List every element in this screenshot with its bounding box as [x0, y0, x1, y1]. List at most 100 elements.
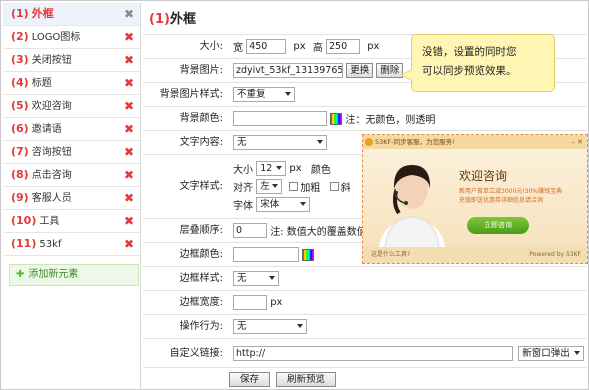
delete-icon[interactable]: ✖ — [124, 26, 134, 48]
text-style-label: 文字样式: — [179, 181, 223, 192]
sidebar-item-title[interactable]: (4) 标题 ✖ — [3, 72, 140, 95]
sidebar-item-consult-button[interactable]: (7) 咨询按钮 ✖ — [3, 141, 140, 164]
delete-icon[interactable]: ✖ — [124, 72, 134, 94]
font-size-label: 大小 — [233, 165, 253, 176]
preview-body: 欢迎咨询 新用户首单立减3000元!30%赚钱宝典 充值即送优惠券详细信息请洽询… — [363, 149, 587, 249]
preview-consult-button[interactable]: 立即咨询 — [467, 217, 529, 234]
height-label: 高 — [312, 43, 323, 54]
italic-checkbox[interactable] — [329, 182, 339, 191]
link-target-select[interactable]: 新窗口弹出 — [518, 346, 585, 361]
height-input[interactable]: 250 — [326, 39, 361, 54]
sidebar-item-frame[interactable]: (1) 外框 ✖ — [3, 3, 140, 26]
bg-image-input[interactable]: zdyivt_53kf_131397657 — [233, 63, 343, 78]
plus-icon: ✚ — [16, 269, 25, 280]
sidebar-item-53kf[interactable]: (11) 53kf ✖ — [3, 233, 140, 256]
font-family-select[interactable]: 宋体 — [256, 197, 311, 212]
delete-icon[interactable]: ✖ — [124, 141, 134, 163]
font-family-value: 宋体 — [260, 199, 280, 210]
z-order-input[interactable]: 0 — [233, 223, 267, 238]
delete-icon[interactable]: ✖ — [124, 118, 134, 140]
link-controls: http:// 新窗口弹出 — [233, 346, 585, 374]
color-palette-icon[interactable] — [302, 248, 315, 261]
align-label: 对齐 — [233, 183, 253, 194]
panel-title: (1)外框 — [149, 8, 196, 27]
preview-header: 53KF-同步客服，为您服务! – ✕ — [363, 135, 587, 149]
text-content-select[interactable]: 无 — [233, 135, 327, 150]
action-value: 无 — [237, 321, 247, 332]
bg-color-label: 背景颜色: — [179, 113, 223, 124]
preview-welcome-title: 欢迎咨询 — [459, 169, 508, 183]
row-border-width: 边框宽度: px — [143, 290, 587, 314]
app-frame: (1) 外框 ✖ (2) LOGO图标 ✖ (3) 关闭按钮 ✖ (4) 标题 ✖ (5… — [0, 0, 589, 390]
sidebar-item-close-button[interactable]: (3) 关闭按钮 ✖ — [3, 49, 140, 72]
sidebar-item-tools[interactable]: (10) 工具 ✖ — [3, 210, 140, 233]
delete-icon[interactable]: ✖ — [124, 3, 134, 25]
sidebar-item-label: 邀请语 — [31, 124, 62, 135]
bg-color-input[interactable] — [233, 111, 327, 126]
preview-tooltip: 没错，设置的同时您 可以同步预览效果。 — [400, 34, 555, 92]
change-image-button[interactable]: 更换 — [346, 63, 374, 78]
align-select[interactable]: 左 — [256, 179, 283, 194]
font-size-select[interactable]: 12 — [256, 161, 287, 176]
action-select[interactable]: 无 — [233, 319, 307, 334]
delete-icon[interactable]: ✖ — [124, 233, 134, 255]
delete-icon[interactable]: ✖ — [124, 49, 134, 71]
chevron-down-icon — [276, 166, 283, 170]
panel-title-num: (1) — [149, 12, 170, 27]
border-width-unit: px — [270, 297, 283, 308]
delete-icon[interactable]: ✖ — [124, 164, 134, 186]
border-color-input[interactable] — [233, 247, 299, 262]
sidebar-item-label: 欢迎咨询 — [31, 101, 72, 112]
sidebar-item-agent[interactable]: (9) 客服人员 ✖ — [3, 187, 140, 210]
bold-label: 加粗 — [300, 183, 321, 194]
preview-tools-link[interactable]: 这是什么工具? — [371, 251, 410, 258]
bg-style-select[interactable]: 不重复 — [233, 87, 295, 102]
preview-invite-line-1: 新用户首单立减3000元!30%赚钱宝典 — [459, 188, 563, 195]
sidebar-item-label: 53kf — [39, 239, 62, 250]
action-label: 操作行为: — [179, 321, 223, 332]
delete-icon[interactable]: ✖ — [124, 210, 134, 232]
bg-color-note: 注：无颜色，则透明 — [345, 115, 436, 126]
row-border-style: 边框样式: 无 — [143, 266, 587, 290]
delete-icon[interactable]: ✖ — [124, 187, 134, 209]
width-input[interactable]: 450 — [246, 39, 287, 54]
tooltip-line-2: 可以同步预览效果。 — [422, 65, 517, 77]
width-unit: px — [293, 41, 306, 52]
sidebar-item-logo[interactable]: (2) LOGO图标 ✖ — [3, 26, 140, 49]
row-link: 自定义链接: http:// 新窗口弹出 — [143, 338, 587, 368]
sidebar-item-invite-text[interactable]: (6) 邀请语 ✖ — [3, 118, 140, 141]
tooltip-line-1: 没错，设置的同时您 — [422, 46, 517, 58]
sidebar-item-welcome[interactable]: (5) 欢迎咨询 ✖ — [3, 95, 140, 118]
link-target-value: 新窗口弹出 — [522, 348, 570, 359]
border-color-label: 边框颜色: — [179, 249, 223, 260]
sidebar-item-label: LOGO图标 — [31, 32, 81, 43]
border-style-select[interactable]: 无 — [233, 271, 279, 286]
row-action: 操作行为: 无 — [143, 314, 587, 338]
logo-icon — [365, 138, 373, 146]
link-input[interactable]: http:// — [233, 346, 513, 361]
live-preview: 53KF-同步客服，为您服务! – ✕ 欢迎咨询 新用户首单立减3000元!30… — [362, 134, 588, 264]
bg-style-label: 背景图片样式: — [159, 89, 223, 100]
border-style-value: 无 — [237, 273, 247, 284]
font-color-label: 颜色 — [310, 165, 331, 176]
bold-checkbox[interactable] — [289, 182, 299, 191]
font-size-value: 12 — [260, 163, 273, 174]
sidebar-item-label: 客服人员 — [31, 193, 72, 204]
add-element-label: 添加新元素 — [28, 269, 79, 280]
panel-title-text: 外框 — [169, 12, 196, 27]
add-element-button[interactable]: ✚ 添加新元素 — [9, 264, 139, 286]
color-palette-icon[interactable] — [330, 112, 343, 125]
sidebar-item-num: (11) — [11, 237, 37, 250]
sidebar-item-num: (7) — [11, 145, 29, 158]
width-label: 宽 — [233, 43, 243, 54]
refresh-preview-button[interactable]: 刷新预览 — [276, 372, 337, 387]
border-width-input[interactable] — [233, 295, 267, 310]
size-label: 大小: — [199, 41, 223, 52]
delete-icon[interactable]: ✖ — [124, 95, 134, 117]
preview-window-controls[interactable]: – ✕ — [571, 135, 583, 149]
sidebar-item-click-consult[interactable]: (8) 点击咨询 ✖ — [3, 164, 140, 187]
border-style-label: 边框样式: — [179, 273, 223, 284]
sidebar-item-num: (8) — [11, 168, 29, 181]
save-button[interactable]: 保存 — [229, 372, 271, 387]
border-width-label: 边框宽度: — [179, 297, 223, 308]
